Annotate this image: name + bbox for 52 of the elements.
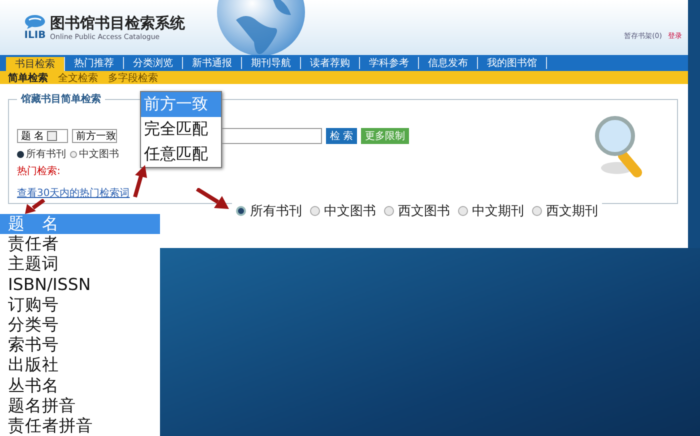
sub-tab[interactable]: 简单检索 xyxy=(8,70,48,84)
radio-button[interactable] xyxy=(17,150,24,158)
nav-tab[interactable]: 期刊导航 xyxy=(242,57,301,69)
logo-text: ILIB xyxy=(24,30,46,41)
radio-button[interactable] xyxy=(458,206,468,216)
dropdown-option[interactable]: 出版社 xyxy=(0,355,160,376)
radio-label: 所有书刊 xyxy=(250,203,302,220)
radio-button[interactable] xyxy=(236,206,246,216)
speech-bubble-icon xyxy=(24,14,46,30)
search-button[interactable]: 检 索 xyxy=(326,128,358,144)
dropdown-option[interactable]: 责任者拼音 xyxy=(0,416,160,436)
dropdown-option[interactable]: 题名拼音 xyxy=(0,396,160,416)
pointer-arrow xyxy=(132,164,150,198)
radio-button[interactable] xyxy=(70,150,77,158)
match-select[interactable]: 前方一致 xyxy=(72,129,117,143)
dropdown-option[interactable]: 丛书名 xyxy=(0,376,160,396)
nav-tab[interactable]: 我的图书馆 xyxy=(478,57,547,69)
nav-tab[interactable]: 信息发布 xyxy=(419,57,478,69)
dropdown-option[interactable]: 题 名 xyxy=(0,214,160,234)
radio-button[interactable] xyxy=(384,206,394,216)
dropdown-option[interactable]: 主题词 xyxy=(0,254,160,275)
pointer-arrow xyxy=(24,199,46,215)
nav-tab[interactable]: 热门推荐 xyxy=(65,57,124,69)
radio-label: 中文图书 xyxy=(79,148,119,161)
sub-tab[interactable]: 多字段检索 xyxy=(108,70,158,84)
dropdown-option[interactable]: 前方一致 xyxy=(141,92,221,117)
dropdown-option[interactable]: 任意匹配 xyxy=(141,142,221,167)
nav-tab[interactable]: 分类浏览 xyxy=(124,57,183,69)
radio-button[interactable] xyxy=(310,206,320,216)
nav-tab[interactable]: 读者荐购 xyxy=(301,57,360,69)
nav-tab[interactable]: 书目检索 xyxy=(6,57,65,71)
dropdown-option[interactable]: 订购号 xyxy=(0,294,160,316)
radio-label: 所有书刊 xyxy=(26,148,66,161)
dropdown-option[interactable]: 分类号 xyxy=(0,315,160,336)
radio-label: 西文期刊 xyxy=(546,203,598,220)
hot-terms-link[interactable]: 查看30天内的热门检索词 xyxy=(17,186,130,200)
radio-label: 西文图书 xyxy=(398,203,450,220)
dropdown-option[interactable]: 完全匹配 xyxy=(141,117,221,142)
radio-button[interactable] xyxy=(532,206,542,216)
panel-legend: 馆藏书目简单检索 xyxy=(17,92,105,106)
hot-search-label: 热门检索: xyxy=(17,164,62,178)
dropdown-option[interactable]: 索书号 xyxy=(0,335,160,356)
dropdown-option[interactable]: 责任者 xyxy=(0,234,160,254)
field-select[interactable]: 题 名 xyxy=(17,129,68,143)
radio-label: 中文图书 xyxy=(324,203,376,220)
pointer-arrow xyxy=(196,188,230,212)
dropdown-option[interactable]: ISBN/ISSN xyxy=(0,274,160,295)
radio-label: 中文期刊 xyxy=(472,203,524,220)
nav-tab[interactable]: 新书通报 xyxy=(183,57,242,69)
nav-tab[interactable]: 学科参考 xyxy=(360,57,419,69)
site-title: 图书馆书目检索系统 xyxy=(50,14,185,33)
sub-tab[interactable]: 全文检索 xyxy=(58,70,98,84)
